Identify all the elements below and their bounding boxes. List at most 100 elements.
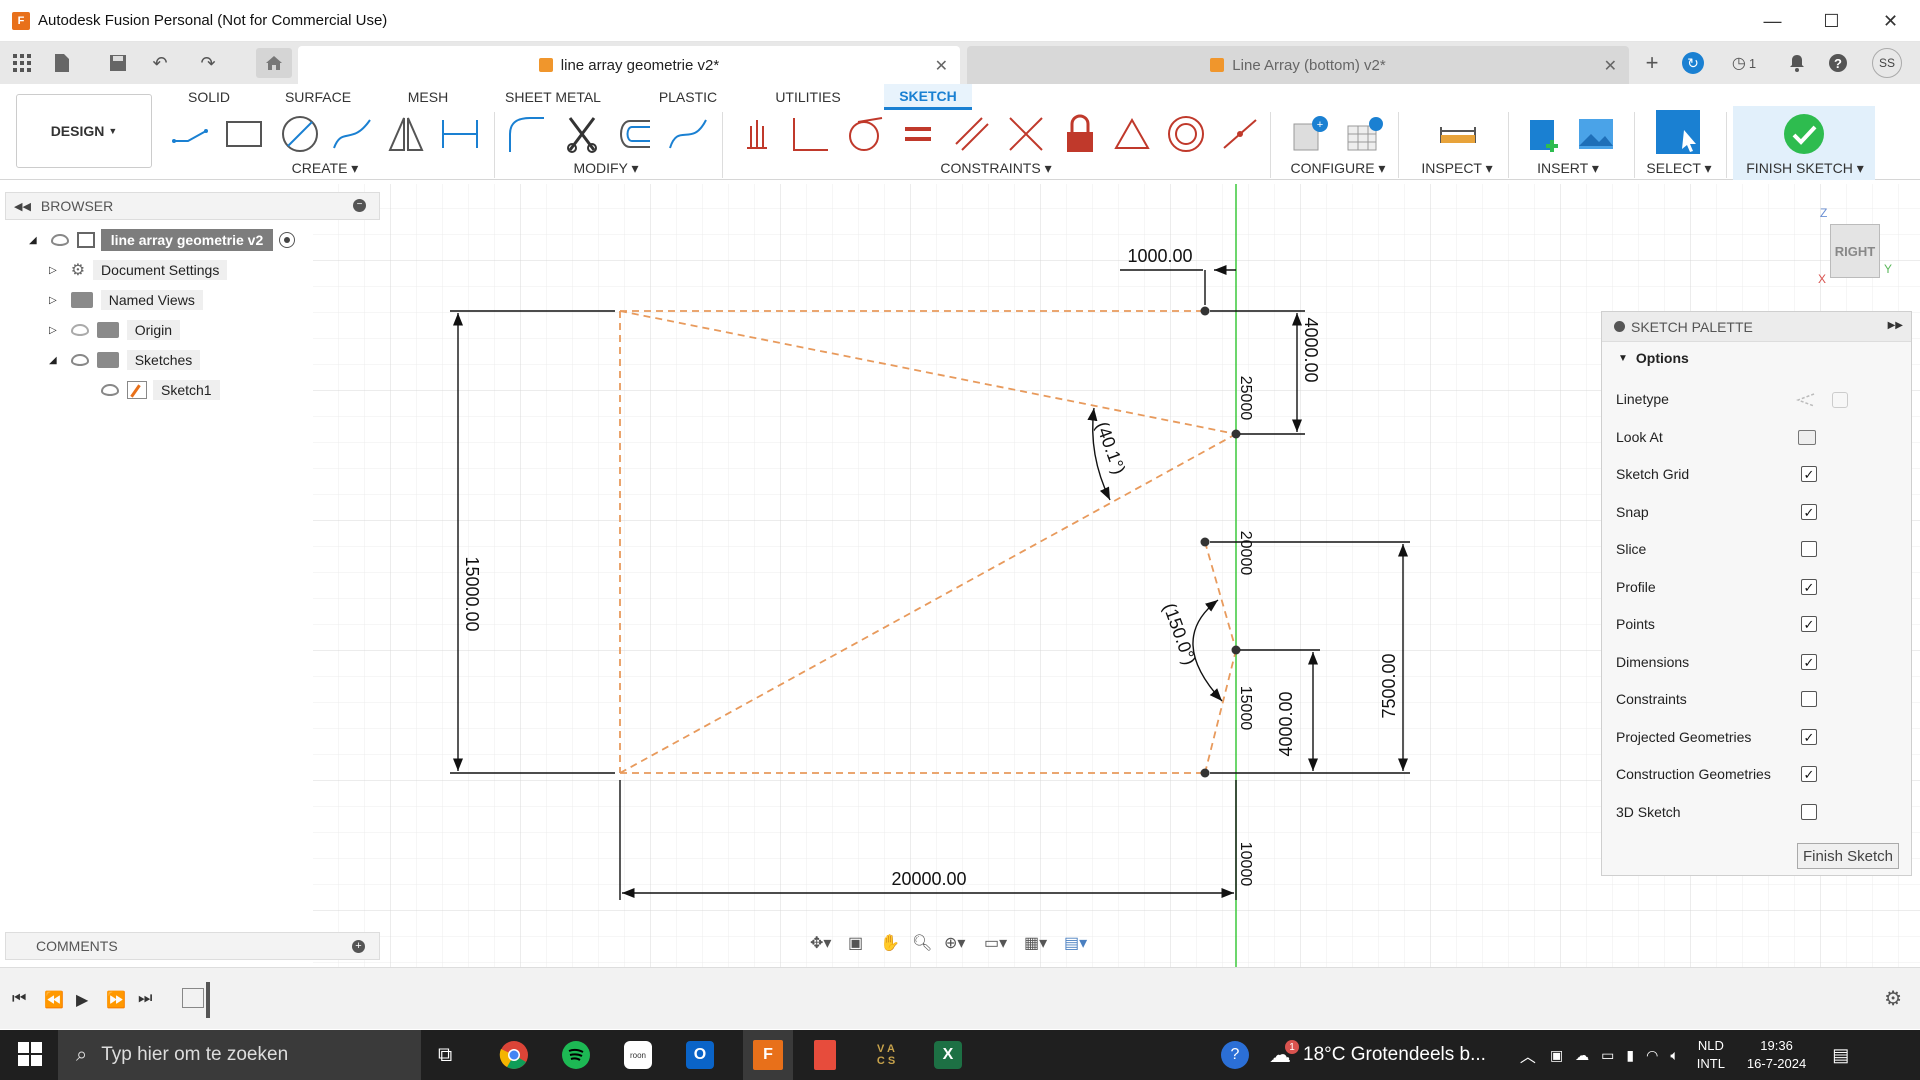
zoom-icon[interactable]: 🔍︎ <box>912 933 944 953</box>
timeline-next-icon[interactable]: ⏩ <box>106 990 126 1010</box>
browser-item-sketch1[interactable]: Sketch1 <box>101 378 220 402</box>
visibility-eye-icon[interactable] <box>70 354 89 366</box>
expand-arrow-icon[interactable]: ▷ <box>49 265 57 276</box>
palette-header[interactable]: SKETCH PALETTE ▶▶ <box>1602 312 1911 342</box>
grid-settings-icon[interactable]: ▦▾ <box>1024 933 1064 953</box>
constraints-group-label[interactable]: CONSTRAINTS ▾ <box>940 160 1052 177</box>
select-group-label[interactable]: SELECT ▾ <box>1640 160 1718 177</box>
task-view-icon[interactable]: ⧉ <box>438 1044 452 1067</box>
constraints-checkbox[interactable] <box>1801 691 1817 707</box>
dim-top-offset[interactable]: 1000.00 <box>1127 246 1192 266</box>
centerline-linetype-icon[interactable] <box>1832 392 1848 408</box>
browser-item-document-settings[interactable]: ▷ ⚙ Document Settings <box>49 258 228 282</box>
zoom-window-icon[interactable]: ⊕▾ <box>944 933 984 953</box>
sketch-point[interactable] <box>1200 306 1210 316</box>
display-icon[interactable]: ▭ <box>1601 1047 1614 1064</box>
sketch-grid-checkbox[interactable]: ✓ <box>1801 466 1817 482</box>
look-at-icon[interactable] <box>1798 430 1816 445</box>
spline-tool-icon[interactable] <box>330 112 374 156</box>
timeline-first-icon[interactable]: ⏮ <box>12 990 26 1008</box>
palette-row-dimensions[interactable]: Dimensions ✓ <box>1616 647 1896 677</box>
palette-row-constraints[interactable]: Constraints <box>1616 684 1896 714</box>
roon-app-icon[interactable]: roon <box>621 1038 655 1072</box>
3d-sketch-checkbox[interactable] <box>1801 804 1817 820</box>
palette-row-profile[interactable]: Profile ✓ <box>1616 572 1896 602</box>
onedrive-icon[interactable]: ☁ <box>1575 1047 1589 1064</box>
visibility-eye-icon[interactable] <box>101 384 119 396</box>
create-group-label[interactable]: CREATE ▾ <box>282 160 368 177</box>
dim-bottom-width[interactable]: 20000.00 <box>891 869 966 889</box>
excel-app-icon[interactable]: X <box>931 1038 965 1072</box>
configure-group-label[interactable]: CONFIGURE ▾ <box>1290 160 1386 177</box>
circle-tool-icon[interactable] <box>278 112 322 156</box>
pan-hand-icon[interactable]: ✋ <box>880 933 912 953</box>
trim-tool-icon[interactable] <box>560 112 604 156</box>
windows-start-icon[interactable] <box>18 1042 42 1069</box>
close-button[interactable]: ✕ <box>1861 0 1920 42</box>
wifi-icon[interactable]: ◠ <box>1646 1047 1658 1064</box>
tab-solid[interactable]: SOLID <box>178 84 240 110</box>
palette-row-projected-geometries[interactable]: Projected Geometries ✓ <box>1616 722 1896 752</box>
expand-arrow-icon[interactable]: ▷ <box>49 295 57 306</box>
projected-geometries-checkbox[interactable]: ✓ <box>1801 729 1817 745</box>
palette-row-3d-sketch[interactable]: 3D Sketch <box>1616 797 1896 827</box>
construction-linetype-icon[interactable] <box>1795 392 1816 411</box>
viewports-icon[interactable]: ▤▾ <box>1064 933 1104 953</box>
tab-mesh[interactable]: MESH <box>398 84 458 110</box>
timeline-settings-gear-icon[interactable]: ⚙ <box>1884 986 1902 1011</box>
browser-item-origin[interactable]: ▷ Origin <box>49 318 181 342</box>
browser-minimize-icon[interactable]: − <box>353 199 366 212</box>
perpendicular-constraint-icon[interactable] <box>788 112 832 156</box>
symmetry-constraint-icon[interactable] <box>1110 112 1154 156</box>
battery-icon[interactable]: ▮ <box>1626 1047 1634 1064</box>
tab-line-array-geometrie[interactable]: line array geometrie v2* ✕ <box>298 46 960 84</box>
collapse-arrow-icon[interactable]: ▼ <box>1618 353 1628 364</box>
user-avatar[interactable]: SS <box>1872 48 1902 78</box>
tab-plastic[interactable]: PLASTIC <box>650 84 726 110</box>
palette-finish-sketch-button[interactable]: Finish Sketch <box>1797 843 1899 869</box>
tray-app-icon[interactable]: ▣ <box>1550 1047 1563 1064</box>
concentric-constraint-icon[interactable] <box>1164 112 1208 156</box>
expand-arrow-icon[interactable]: ▷ <box>49 325 57 336</box>
tangent-constraint-icon[interactable] <box>842 112 886 156</box>
collapse-panel-icon[interactable]: ◀◀ <box>14 200 31 213</box>
grid-menu-icon[interactable] <box>10 51 34 75</box>
modify-group-label[interactable]: MODIFY ▾ <box>568 160 644 177</box>
change-parameters-icon[interactable]: + <box>1288 112 1332 156</box>
tab-surface[interactable]: SURFACE <box>278 84 358 110</box>
browser-header[interactable]: ◀◀ BROWSER − <box>5 192 380 220</box>
palette-row-snap[interactable]: Snap ✓ <box>1616 497 1896 527</box>
home-icon[interactable] <box>256 48 292 78</box>
extend-tool-icon[interactable] <box>666 112 710 156</box>
tab-sheet-metal[interactable]: SHEET METAL <box>498 84 608 110</box>
minimize-button[interactable]: — <box>1743 0 1802 42</box>
orbit-icon[interactable]: ✥▾ <box>810 933 848 953</box>
undo-icon[interactable]: ↶ <box>148 51 172 75</box>
file-icon[interactable] <box>50 51 74 75</box>
display-settings-icon[interactable]: ▭▾ <box>984 933 1024 953</box>
dim-right-top[interactable]: 4000.00 <box>1301 317 1321 382</box>
clock[interactable]: 19:36 16-7-2024 <box>1747 1037 1806 1073</box>
new-tab-icon[interactable]: + <box>1640 50 1664 75</box>
visibility-eye-icon[interactable] <box>50 234 69 246</box>
collinear-constraint-icon[interactable] <box>1004 112 1048 156</box>
browser-root-item[interactable]: ◢ line array geometrie v2 <box>29 228 296 252</box>
offset-tool-icon[interactable] <box>612 112 656 156</box>
dim-right-height[interactable]: 7500.00 <box>1379 653 1399 718</box>
fusion-taskbar-icon[interactable]: F <box>743 1030 793 1080</box>
show-hidden-icons-chevron-icon[interactable]: ︿ <box>1520 1043 1536 1067</box>
configure-table-icon[interactable] <box>1342 112 1386 156</box>
insert-image-icon[interactable] <box>1574 112 1618 156</box>
view-cube[interactable]: RIGHT <box>1830 224 1880 278</box>
dim-left-height[interactable]: 15000.00 <box>462 556 482 631</box>
comments-panel[interactable]: COMMENTS + <box>5 932 380 960</box>
inspect-group-label[interactable]: INSPECT ▾ <box>1414 160 1500 177</box>
sketch-point[interactable] <box>1231 429 1241 439</box>
sketch-point[interactable] <box>1200 768 1210 778</box>
equal-constraint-icon[interactable] <box>896 112 940 156</box>
save-icon[interactable] <box>106 51 130 75</box>
rectangle-tool-icon[interactable] <box>222 112 266 156</box>
tab-line-array-bottom[interactable]: Line Array (bottom) v2* ✕ <box>967 46 1629 84</box>
design-workspace-dropdown[interactable]: DESIGN ▼ <box>16 94 152 168</box>
palette-expand-icon[interactable]: ▶▶ <box>1888 320 1903 331</box>
